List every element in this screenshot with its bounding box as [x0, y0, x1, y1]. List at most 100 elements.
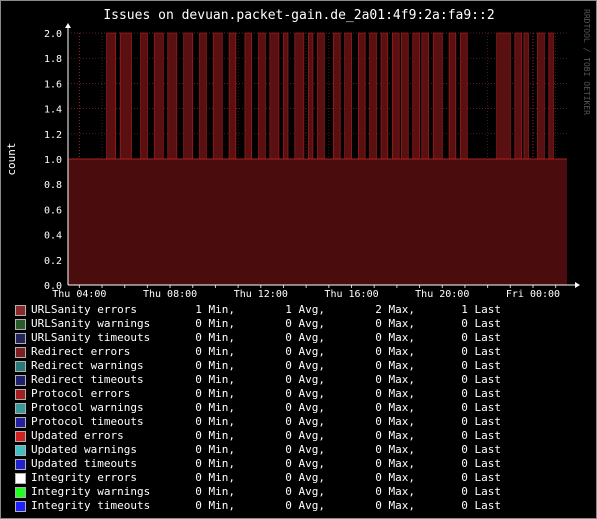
- legend-swatch: [15, 305, 26, 316]
- legend-swatch: [15, 473, 26, 484]
- legend-avg: 0 Avg,: [285, 401, 325, 414]
- legend-max: 0 Max,: [375, 429, 415, 442]
- legend-avg: 0 Avg,: [285, 345, 325, 358]
- x-tick-label: Thu 12:00: [234, 289, 288, 300]
- series-spike: [421, 32, 429, 160]
- series-spike: [548, 32, 554, 160]
- legend-last: 0 Last: [461, 345, 501, 358]
- legend-swatch: [15, 459, 26, 470]
- legend-item: URLSanity warnings 0 Min, 0 Avg, 0 Max, 0 La…: [15, 317, 575, 331]
- legend-last: 0 Last: [461, 471, 501, 484]
- legend-min: 0 Min,: [195, 457, 235, 470]
- legend-item: Redirect errors 0 Min, 0 Avg, 0 Max, 0 Last: [15, 345, 575, 359]
- x-tick-label: Thu 04:00: [52, 289, 106, 300]
- legend-max: 0 Max,: [375, 415, 415, 428]
- legend-last: 0 Last: [461, 387, 501, 400]
- x-axis-arrow: [575, 282, 580, 288]
- legend-avg: 1 Avg,: [285, 303, 325, 316]
- series-spike: [392, 32, 400, 160]
- legend-last: 0 Last: [461, 359, 501, 372]
- series-spike: [537, 32, 545, 160]
- series-spike: [167, 32, 178, 160]
- legend-avg: 0 Avg,: [285, 317, 325, 330]
- legend-min: 0 Min,: [195, 373, 235, 386]
- data-area: [68, 32, 567, 285]
- legend-label: Updated warnings: [31, 443, 137, 456]
- legend-avg: 0 Avg,: [285, 499, 325, 512]
- legend-swatch: [15, 319, 26, 330]
- y-tick-label: 1.2: [44, 130, 62, 141]
- y-tick-label: 1.0: [44, 155, 62, 166]
- legend-max: 0 Max,: [375, 443, 415, 456]
- legend-max: 0 Max,: [375, 331, 415, 344]
- x-tick-label: Thu 08:00: [143, 289, 197, 300]
- legend-swatch: [15, 347, 26, 358]
- legend-last: 0 Last: [461, 331, 501, 344]
- legend-avg: 0 Avg,: [285, 485, 325, 498]
- y-tick-label: 1.4: [44, 105, 62, 116]
- x-tick-label: Fri 00:00: [506, 289, 560, 300]
- series-spike: [460, 32, 468, 160]
- legend-avg: 0 Avg,: [285, 373, 325, 386]
- legend-swatch: [15, 361, 26, 372]
- legend-max: 0 Max,: [375, 345, 415, 358]
- legend-label: Integrity timeouts: [31, 499, 151, 512]
- legend-item: Redirect timeouts 0 Min, 0 Avg, 0 Max, 0 Las…: [15, 373, 575, 387]
- y-tick-label: 0.8: [44, 180, 62, 191]
- legend-swatch: [15, 487, 26, 498]
- legend-avg: 0 Avg,: [285, 457, 325, 470]
- series-spike: [523, 32, 529, 160]
- legend-max: 2 Max,: [375, 303, 415, 316]
- legend-last: 0 Last: [461, 415, 501, 428]
- legend-last: 0 Last: [461, 499, 501, 512]
- legend-max: 0 Max,: [375, 457, 415, 470]
- legend-item: Updated warnings 0 Min, 0 Avg, 0 Max, 0 Last: [15, 443, 575, 457]
- y-tick-label: 0.4: [44, 231, 62, 242]
- legend-min: 0 Min,: [195, 331, 235, 344]
- chart-title: Issues on devuan.packet-gain.de_2a01:4f9…: [103, 8, 494, 23]
- legend-min: 0 Min,: [195, 317, 235, 330]
- series-spike: [344, 32, 352, 160]
- series-spike: [412, 32, 420, 160]
- legend-max: 0 Max,: [375, 317, 415, 330]
- legend-last: 0 Last: [461, 485, 501, 498]
- series-spike: [432, 32, 443, 160]
- legend-last: 0 Last: [461, 443, 501, 456]
- legend-swatch: [15, 389, 26, 400]
- series-spike: [269, 32, 280, 160]
- series-spike: [244, 32, 253, 160]
- legend-min: 0 Min,: [195, 429, 235, 442]
- series-spike: [317, 32, 325, 160]
- legend-last: 0 Last: [461, 317, 501, 330]
- legend-swatch: [15, 333, 26, 344]
- legend-label: Protocol timeouts: [31, 415, 144, 428]
- legend-label: Integrity errors: [31, 471, 137, 484]
- legend-label: Redirect timeouts: [31, 373, 144, 386]
- series-spike: [228, 32, 237, 160]
- legend-max: 0 Max,: [375, 373, 415, 386]
- legend-avg: 0 Avg,: [285, 429, 325, 442]
- series-spike: [212, 32, 223, 160]
- series-spike: [358, 32, 366, 160]
- legend-label: URLSanity warnings: [31, 317, 151, 330]
- legend-min: 0 Min,: [195, 387, 235, 400]
- series-spike: [401, 32, 409, 160]
- series-spike: [258, 32, 266, 160]
- legend-swatch: [15, 375, 26, 386]
- y-axis-label: count: [5, 142, 18, 175]
- legend-item: Protocol timeouts 0 Min, 0 Avg, 0 Max, 0 Las…: [15, 415, 575, 429]
- legend-avg: 0 Avg,: [285, 387, 325, 400]
- legend-label: Protocol warnings: [31, 401, 144, 414]
- y-tick-label: 1.8: [44, 54, 62, 65]
- series-spike: [199, 32, 207, 160]
- legend-max: 0 Max,: [375, 471, 415, 484]
- legend-max: 0 Max,: [375, 401, 415, 414]
- legend-avg: 0 Avg,: [285, 443, 325, 456]
- legend-label: Updated timeouts: [31, 457, 137, 470]
- series-spike: [140, 32, 148, 160]
- legend-label: Updated errors: [31, 429, 124, 442]
- legend-item: URLSanity errors 1 Min, 1 Avg, 2 Max, 1 Last: [15, 303, 575, 317]
- legend-last: 0 Last: [461, 373, 501, 386]
- series-spike: [496, 32, 511, 160]
- graph-frame: 2.0 1.8 1.6 1.4 1.2 1.0 0.8 0.6 0.4 0.2 0.0 Thu 04:…: [0, 0, 597, 519]
